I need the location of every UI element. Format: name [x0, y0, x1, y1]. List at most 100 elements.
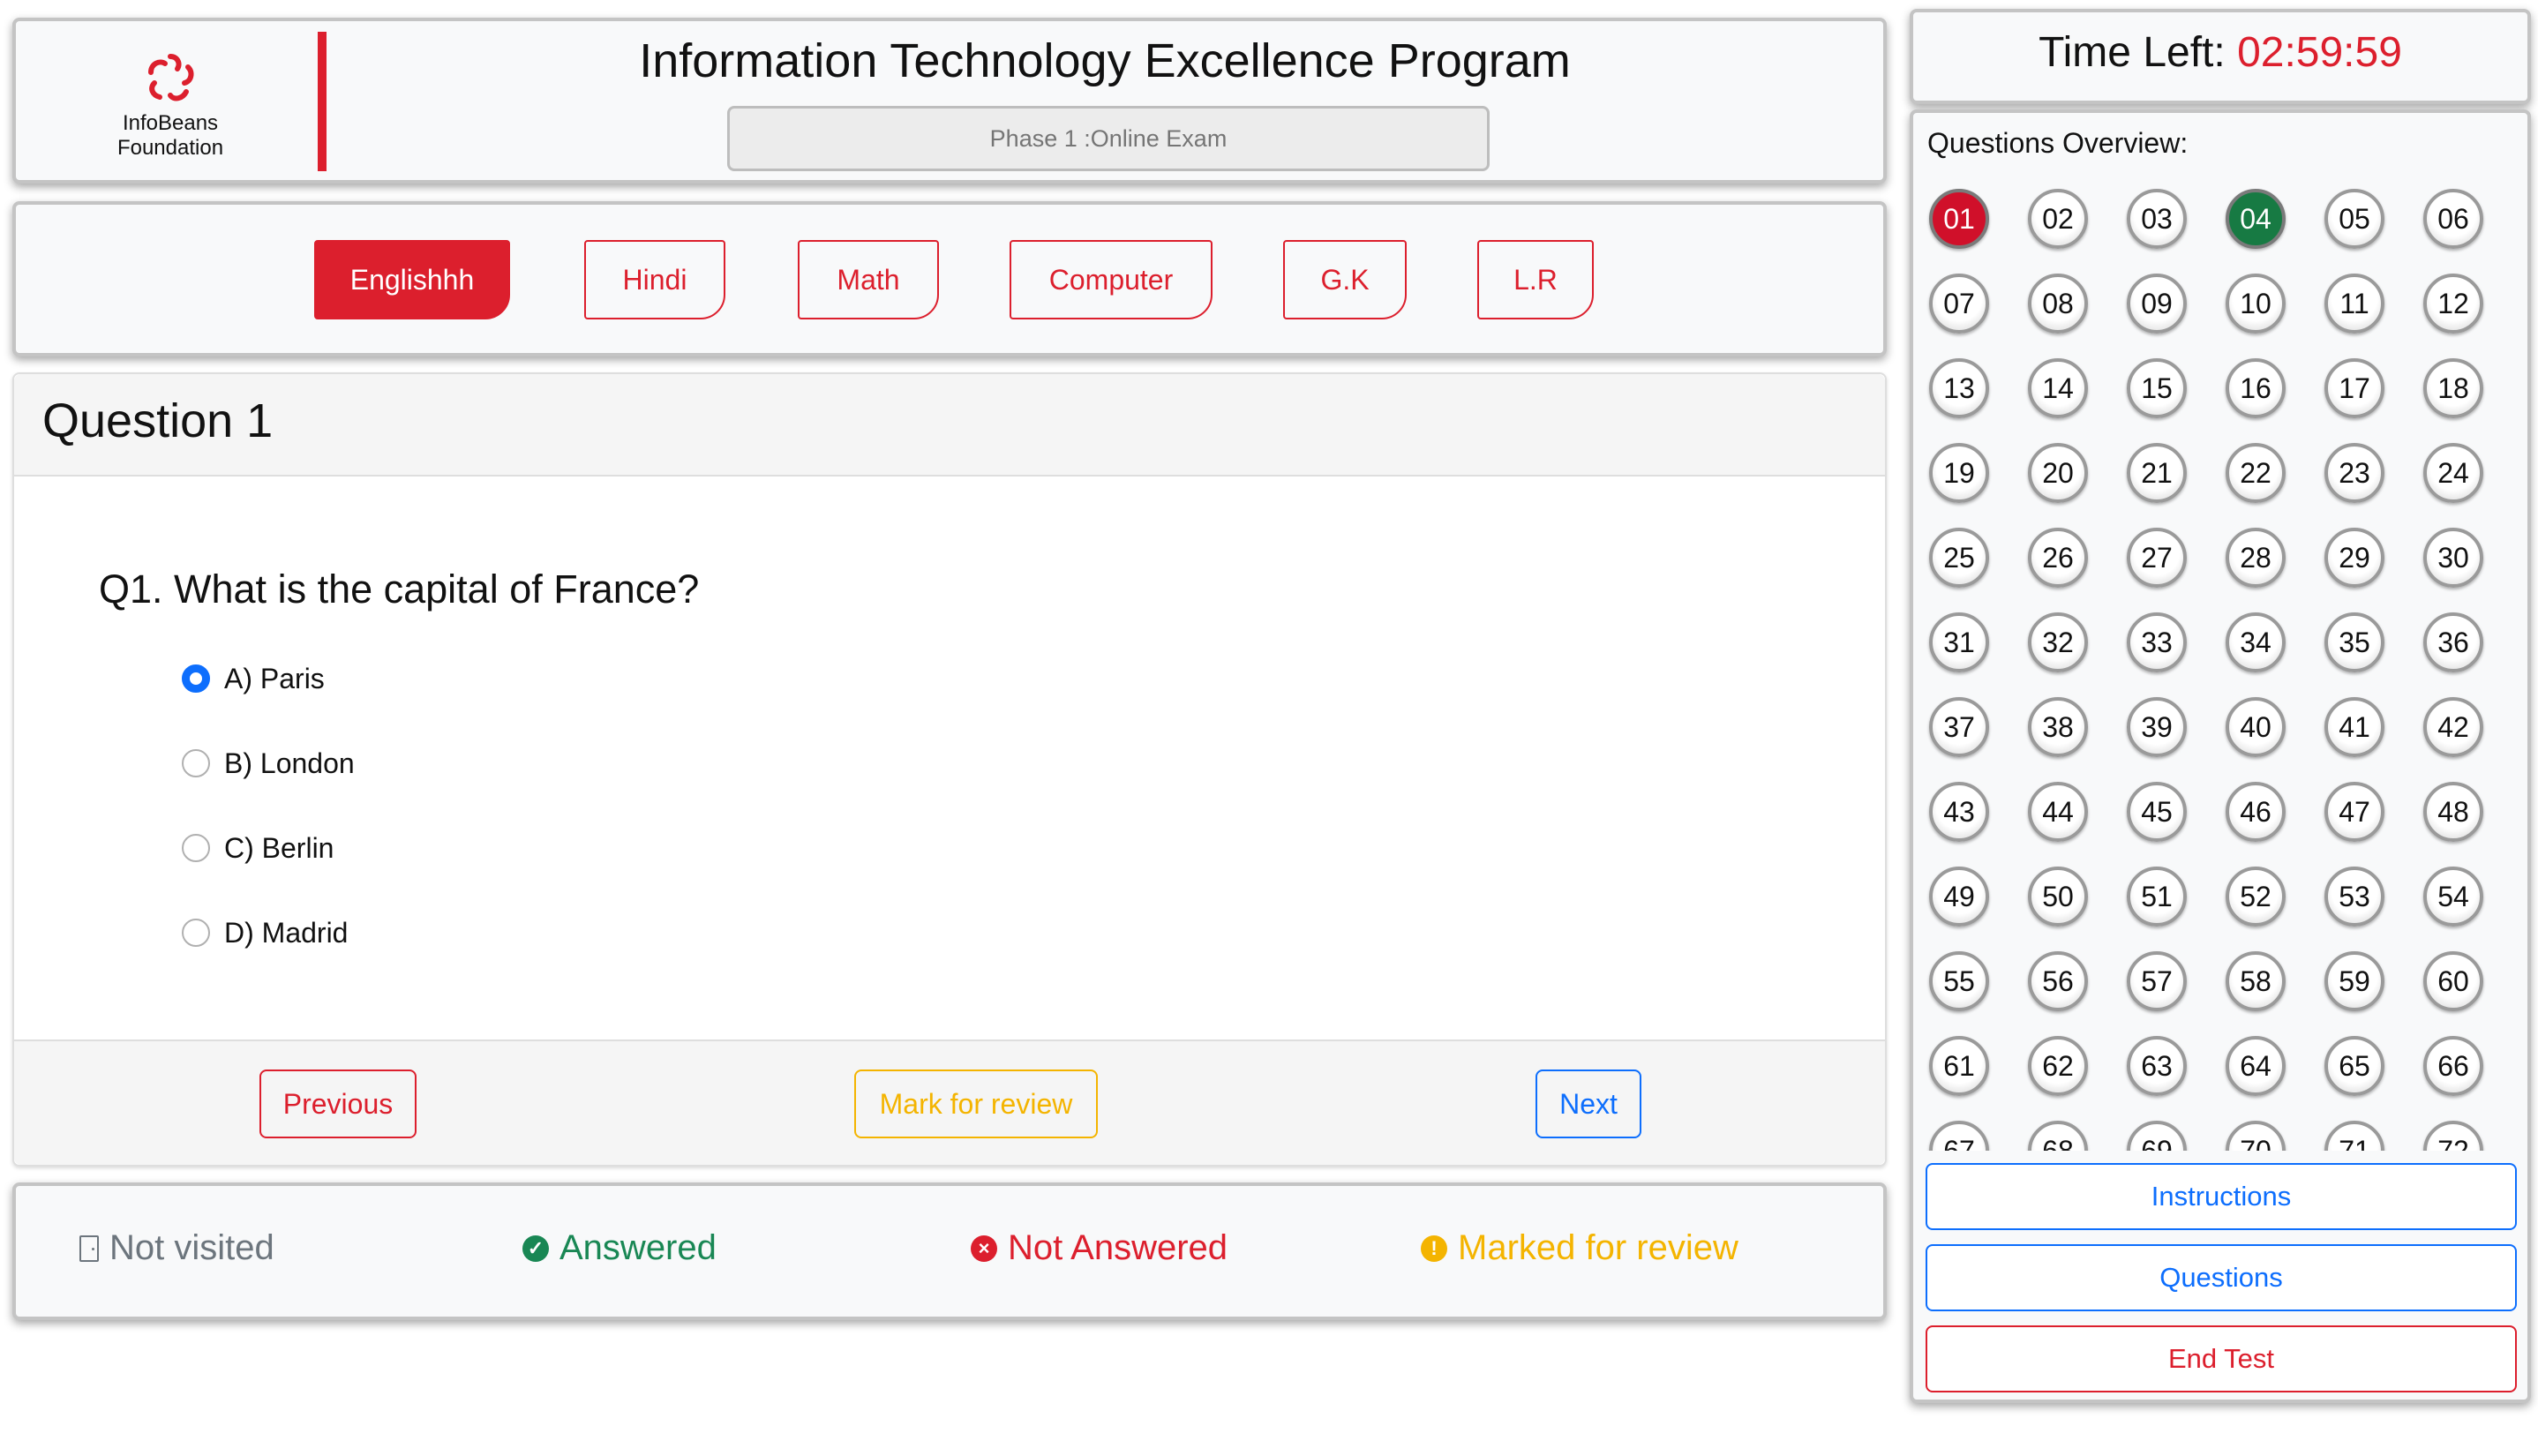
question-number-65[interactable]: 65: [2324, 1036, 2384, 1096]
question-number-07[interactable]: 07: [1929, 274, 1989, 334]
question-number-36[interactable]: 36: [2423, 612, 2483, 672]
question-number-04[interactable]: 04: [2226, 189, 2286, 249]
legend-answered: ✓ Answered: [522, 1228, 717, 1268]
question-number-21[interactable]: 21: [2127, 443, 2187, 503]
question-number-53[interactable]: 53: [2324, 867, 2384, 927]
previous-button[interactable]: Previous: [259, 1069, 417, 1138]
question-number-68[interactable]: 68: [2028, 1121, 2088, 1151]
question-number-23[interactable]: 23: [2324, 443, 2384, 503]
question-number-63[interactable]: 63: [2127, 1036, 2187, 1096]
question-number-18[interactable]: 18: [2423, 358, 2483, 418]
question-number-72[interactable]: 72: [2423, 1121, 2483, 1151]
phase-field[interactable]: [727, 106, 1490, 171]
question-number-56[interactable]: 56: [2028, 951, 2088, 1011]
question-number-08[interactable]: 08: [2028, 274, 2088, 334]
question-number-50[interactable]: 50: [2028, 867, 2088, 927]
question-number-03[interactable]: 03: [2127, 189, 2187, 249]
tab-computer[interactable]: Computer: [1010, 240, 1213, 319]
question-number-45[interactable]: 45: [2127, 782, 2187, 842]
question-number-70[interactable]: 70: [2226, 1121, 2286, 1151]
question-number-24[interactable]: 24: [2423, 443, 2483, 503]
legend-marked-for-review: ! Marked for review: [1421, 1228, 1738, 1268]
question-number-09[interactable]: 09: [2127, 274, 2187, 334]
question-number-51[interactable]: 51: [2127, 867, 2187, 927]
question-number-19[interactable]: 19: [1929, 443, 1989, 503]
end-test-button[interactable]: End Test: [1926, 1325, 2517, 1392]
tab-hindi[interactable]: Hindi: [584, 240, 725, 319]
question-number-60[interactable]: 60: [2423, 951, 2483, 1011]
legend-answered-label: Answered: [559, 1228, 717, 1267]
question-number-58[interactable]: 58: [2226, 951, 2286, 1011]
question-number-05[interactable]: 05: [2324, 189, 2384, 249]
option-b[interactable]: B) London: [182, 741, 355, 785]
question-number-35[interactable]: 35: [2324, 612, 2384, 672]
question-number-14[interactable]: 14: [2028, 358, 2088, 418]
question-number-62[interactable]: 62: [2028, 1036, 2088, 1096]
question-card-footer: Previous Mark for review Next: [14, 1039, 1885, 1165]
instructions-button[interactable]: Instructions: [1926, 1163, 2517, 1230]
next-button[interactable]: Next: [1536, 1069, 1641, 1138]
question-number-71[interactable]: 71: [2324, 1121, 2384, 1151]
question-number-31[interactable]: 31: [1929, 612, 1989, 672]
question-number-29[interactable]: 29: [2324, 528, 2384, 588]
option-a[interactable]: A) Paris: [182, 657, 325, 701]
option-d[interactable]: D) Madrid: [182, 911, 348, 955]
question-number-32[interactable]: 32: [2028, 612, 2088, 672]
tab-gk[interactable]: G.K: [1283, 240, 1407, 319]
question-number-37[interactable]: 37: [1929, 697, 1989, 757]
question-number-47[interactable]: 47: [2324, 782, 2384, 842]
question-number-57[interactable]: 57: [2127, 951, 2187, 1011]
question-number-39[interactable]: 39: [2127, 697, 2187, 757]
question-number-02[interactable]: 02: [2028, 189, 2088, 249]
question-number-06[interactable]: 06: [2423, 189, 2483, 249]
question-number-17[interactable]: 17: [2324, 358, 2384, 418]
questions-button[interactable]: Questions: [1926, 1244, 2517, 1311]
question-number-55[interactable]: 55: [1929, 951, 1989, 1011]
question-number-48[interactable]: 48: [2423, 782, 2483, 842]
question-number-40[interactable]: 40: [2226, 697, 2286, 757]
option-b-radio[interactable]: [182, 749, 210, 777]
question-number-67[interactable]: 67: [1929, 1121, 1989, 1151]
question-number-44[interactable]: 44: [2028, 782, 2088, 842]
question-number-30[interactable]: 30: [2423, 528, 2483, 588]
question-number-64[interactable]: 64: [2226, 1036, 2286, 1096]
question-number-34[interactable]: 34: [2226, 612, 2286, 672]
mark-for-review-button[interactable]: Mark for review: [854, 1069, 1098, 1138]
question-number-26[interactable]: 26: [2028, 528, 2088, 588]
question-number-33[interactable]: 33: [2127, 612, 2187, 672]
question-number-16[interactable]: 16: [2226, 358, 2286, 418]
question-number-grid[interactable]: 01 02 03 04 05 06 07 08 09 10 11 12 13 14 15 16 17 18 19 20…: [1917, 176, 2526, 1151]
option-a-radio[interactable]: [182, 664, 210, 693]
question-number-28[interactable]: 28: [2226, 528, 2286, 588]
question-number-22[interactable]: 22: [2226, 443, 2286, 503]
tab-lr[interactable]: L.R: [1477, 240, 1594, 319]
question-number-25[interactable]: 25: [1929, 528, 1989, 588]
tab-english[interactable]: Englishhh: [314, 240, 510, 319]
logo-text-line1: InfoBeans: [122, 111, 219, 135]
question-number-49[interactable]: 49: [1929, 867, 1989, 927]
question-number-11[interactable]: 11: [2324, 274, 2384, 334]
legend-not-visited-label: Not visited: [109, 1228, 274, 1267]
option-d-radio[interactable]: [182, 919, 210, 947]
question-number-12[interactable]: 12: [2423, 274, 2483, 334]
question-number-38[interactable]: 38: [2028, 697, 2088, 757]
question-number-41[interactable]: 41: [2324, 697, 2384, 757]
question-number-54[interactable]: 54: [2423, 867, 2483, 927]
question-number-52[interactable]: 52: [2226, 867, 2286, 927]
question-number-69[interactable]: 69: [2127, 1121, 2187, 1151]
question-number-46[interactable]: 46: [2226, 782, 2286, 842]
question-number-01[interactable]: 01: [1929, 189, 1989, 249]
option-c-radio[interactable]: [182, 834, 210, 862]
question-number-43[interactable]: 43: [1929, 782, 1989, 842]
question-number-61[interactable]: 61: [1929, 1036, 1989, 1096]
option-c[interactable]: C) Berlin: [182, 826, 334, 870]
question-number-10[interactable]: 10: [2226, 274, 2286, 334]
tab-math[interactable]: Math: [798, 240, 939, 319]
question-number-42[interactable]: 42: [2423, 697, 2483, 757]
question-number-13[interactable]: 13: [1929, 358, 1989, 418]
question-number-27[interactable]: 27: [2127, 528, 2187, 588]
question-number-20[interactable]: 20: [2028, 443, 2088, 503]
question-number-15[interactable]: 15: [2127, 358, 2187, 418]
question-number-59[interactable]: 59: [2324, 951, 2384, 1011]
question-number-66[interactable]: 66: [2423, 1036, 2483, 1096]
